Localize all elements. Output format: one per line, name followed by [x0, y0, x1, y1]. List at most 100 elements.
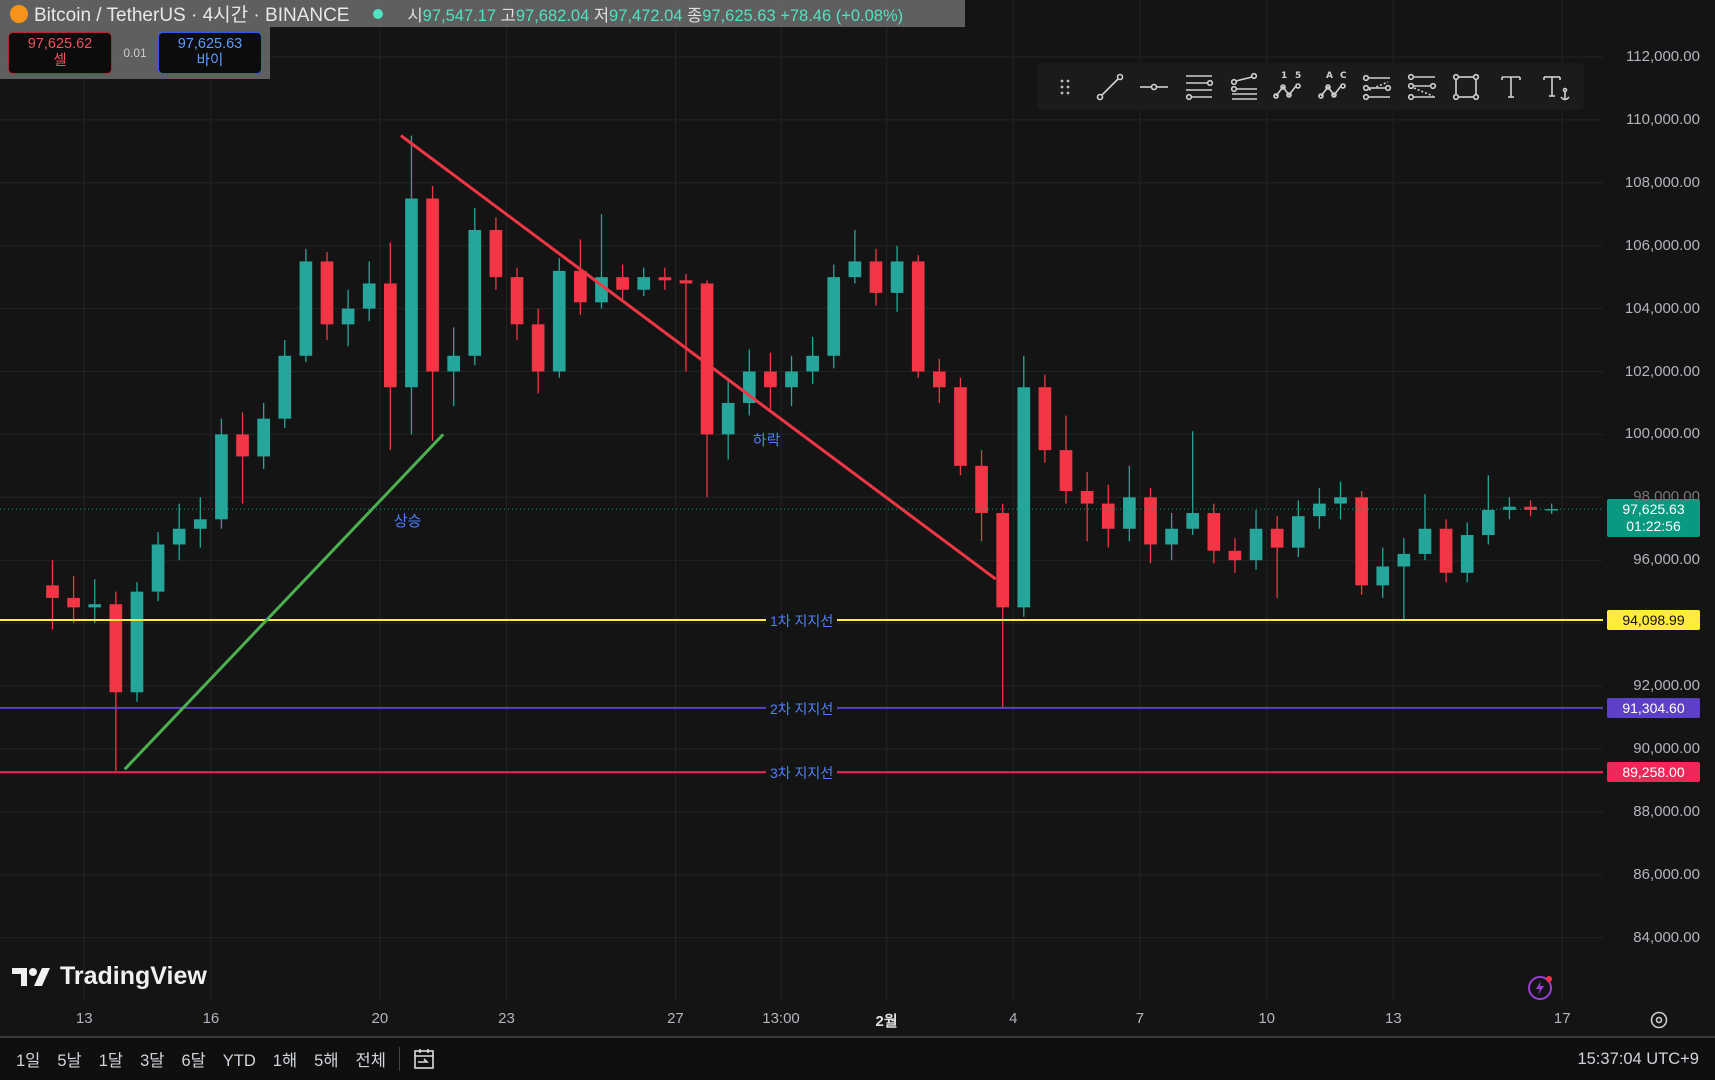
- text-icon[interactable]: [1494, 70, 1528, 104]
- candle-body: [616, 277, 629, 290]
- candle-body: [1249, 528, 1263, 561]
- candle: [67, 575, 80, 624]
- candle: [1503, 497, 1516, 520]
- trend-line-label[interactable]: 하락: [749, 429, 785, 450]
- candle: [1376, 547, 1390, 598]
- candle-body: [1080, 491, 1094, 504]
- support-line-label[interactable]: 2차 지지선: [766, 698, 838, 719]
- price-axis-label: 110,000.00: [1626, 110, 1700, 128]
- trend-line-icon[interactable]: [1093, 70, 1127, 104]
- drag-handle-icon[interactable]: [1048, 70, 1082, 104]
- range-tab[interactable]: 3달: [140, 1052, 164, 1070]
- candle: [1291, 500, 1305, 558]
- trend-line-label[interactable]: 상승: [390, 510, 426, 531]
- candle: [236, 412, 249, 504]
- candle-body: [975, 465, 988, 514]
- parallel-channel-icon[interactable]: [1182, 70, 1216, 104]
- sell-button[interactable]: 97,625.62 셀: [8, 32, 112, 74]
- candle: [890, 245, 904, 312]
- price-axis-label: 102,000.00: [1624, 362, 1700, 380]
- chart-settings-icon[interactable]: [1649, 1010, 1669, 1030]
- candle: [1355, 491, 1368, 595]
- candle: [954, 377, 967, 476]
- candle: [1481, 475, 1495, 545]
- date-range-tabs: 1일 5날 1달 3달 6달 YTD 1해 5해 전체: [16, 1047, 403, 1071]
- buy-button[interactable]: 97,625.63 바이: [158, 32, 262, 74]
- elliott-wave-icon[interactable]: 15: [1271, 70, 1305, 104]
- candle: [1439, 519, 1453, 583]
- candle-body: [764, 371, 777, 388]
- range-tab[interactable]: 전체: [356, 1052, 386, 1070]
- candle-body: [384, 283, 397, 388]
- candle: [299, 248, 313, 363]
- candle: [510, 267, 524, 341]
- candle: [721, 377, 735, 460]
- symbol-title[interactable]: Bitcoin / TetherUS · 4시간 · BINANCE: [34, 0, 349, 27]
- candle-body: [721, 402, 735, 435]
- candle: [172, 503, 186, 561]
- support-price-label: 89,258.00: [1607, 762, 1700, 783]
- go-to-date-icon[interactable]: [412, 1047, 436, 1071]
- candle-body: [1038, 387, 1052, 451]
- svg-text:5: 5: [1295, 71, 1301, 81]
- range-tab[interactable]: 1해: [273, 1052, 297, 1070]
- anchored-text-icon[interactable]: [1539, 70, 1573, 104]
- range-tab[interactable]: 5날: [57, 1052, 81, 1070]
- candle-body: [193, 519, 207, 529]
- candle: [848, 229, 862, 284]
- candle: [1228, 538, 1242, 573]
- price-chart[interactable]: [0, 0, 1715, 1036]
- candle-body: [1101, 503, 1115, 529]
- candle: [341, 289, 355, 347]
- candle: [1059, 415, 1073, 504]
- range-tab[interactable]: YTD: [223, 1052, 256, 1070]
- range-tab[interactable]: 6달: [181, 1052, 205, 1070]
- candle-body: [1481, 509, 1495, 536]
- candle: [1207, 503, 1221, 564]
- fib-retracement-icon[interactable]: [1227, 70, 1261, 104]
- tradingview-logo[interactable]: TradingView: [12, 962, 207, 991]
- candle-body: [890, 261, 904, 293]
- range-tab[interactable]: 1일: [16, 1052, 40, 1070]
- candle: [1186, 431, 1200, 536]
- candle: [1123, 465, 1136, 542]
- candle-body: [1207, 513, 1221, 551]
- candle-body: [1397, 553, 1411, 567]
- candle: [869, 248, 883, 306]
- candle: [1144, 487, 1157, 564]
- candle-body: [278, 355, 292, 419]
- rectangle-icon[interactable]: [1449, 70, 1483, 104]
- range-tab[interactable]: 5해: [314, 1052, 338, 1070]
- horizontal-ray-icon[interactable]: [1137, 70, 1171, 104]
- support-price-label: 94,098.99: [1607, 609, 1700, 630]
- candle-body: [320, 261, 334, 325]
- candle-body: [531, 324, 545, 372]
- candle-body: [1334, 497, 1347, 504]
- candle: [932, 358, 946, 403]
- candle-body: [1376, 566, 1390, 586]
- candle-body: [785, 371, 798, 388]
- lightning-alert-icon[interactable]: [1526, 972, 1556, 1002]
- candle-body: [1123, 497, 1136, 529]
- candle-body: [552, 270, 566, 372]
- support-line-label[interactable]: 1차 지지선: [766, 610, 838, 631]
- abcd-pattern-icon[interactable]: AC: [1316, 70, 1350, 104]
- price-axis-label: 108,000.00: [1624, 173, 1700, 191]
- long-position-icon[interactable]: [1360, 70, 1394, 104]
- time-axis-label: 4: [1009, 1010, 1018, 1027]
- candle-body: [130, 591, 144, 693]
- range-tab[interactable]: 1달: [99, 1052, 123, 1070]
- price-axis-label: 90,000.00: [1633, 739, 1700, 757]
- support-line-label[interactable]: 3차 지지선: [766, 763, 838, 784]
- candle: [531, 308, 545, 394]
- short-position-icon[interactable]: [1405, 70, 1439, 104]
- candle: [130, 582, 144, 702]
- price-axis-label: 106,000.00: [1624, 236, 1700, 254]
- candle-body: [510, 277, 524, 325]
- clock[interactable]: 15:37:04 UTC+9: [1577, 1050, 1699, 1069]
- candle: [1038, 374, 1052, 463]
- candle-body: [996, 513, 1010, 608]
- price-axis-label: 100,000.00: [1624, 425, 1700, 443]
- candle: [1313, 487, 1326, 529]
- candle-body: [954, 387, 967, 466]
